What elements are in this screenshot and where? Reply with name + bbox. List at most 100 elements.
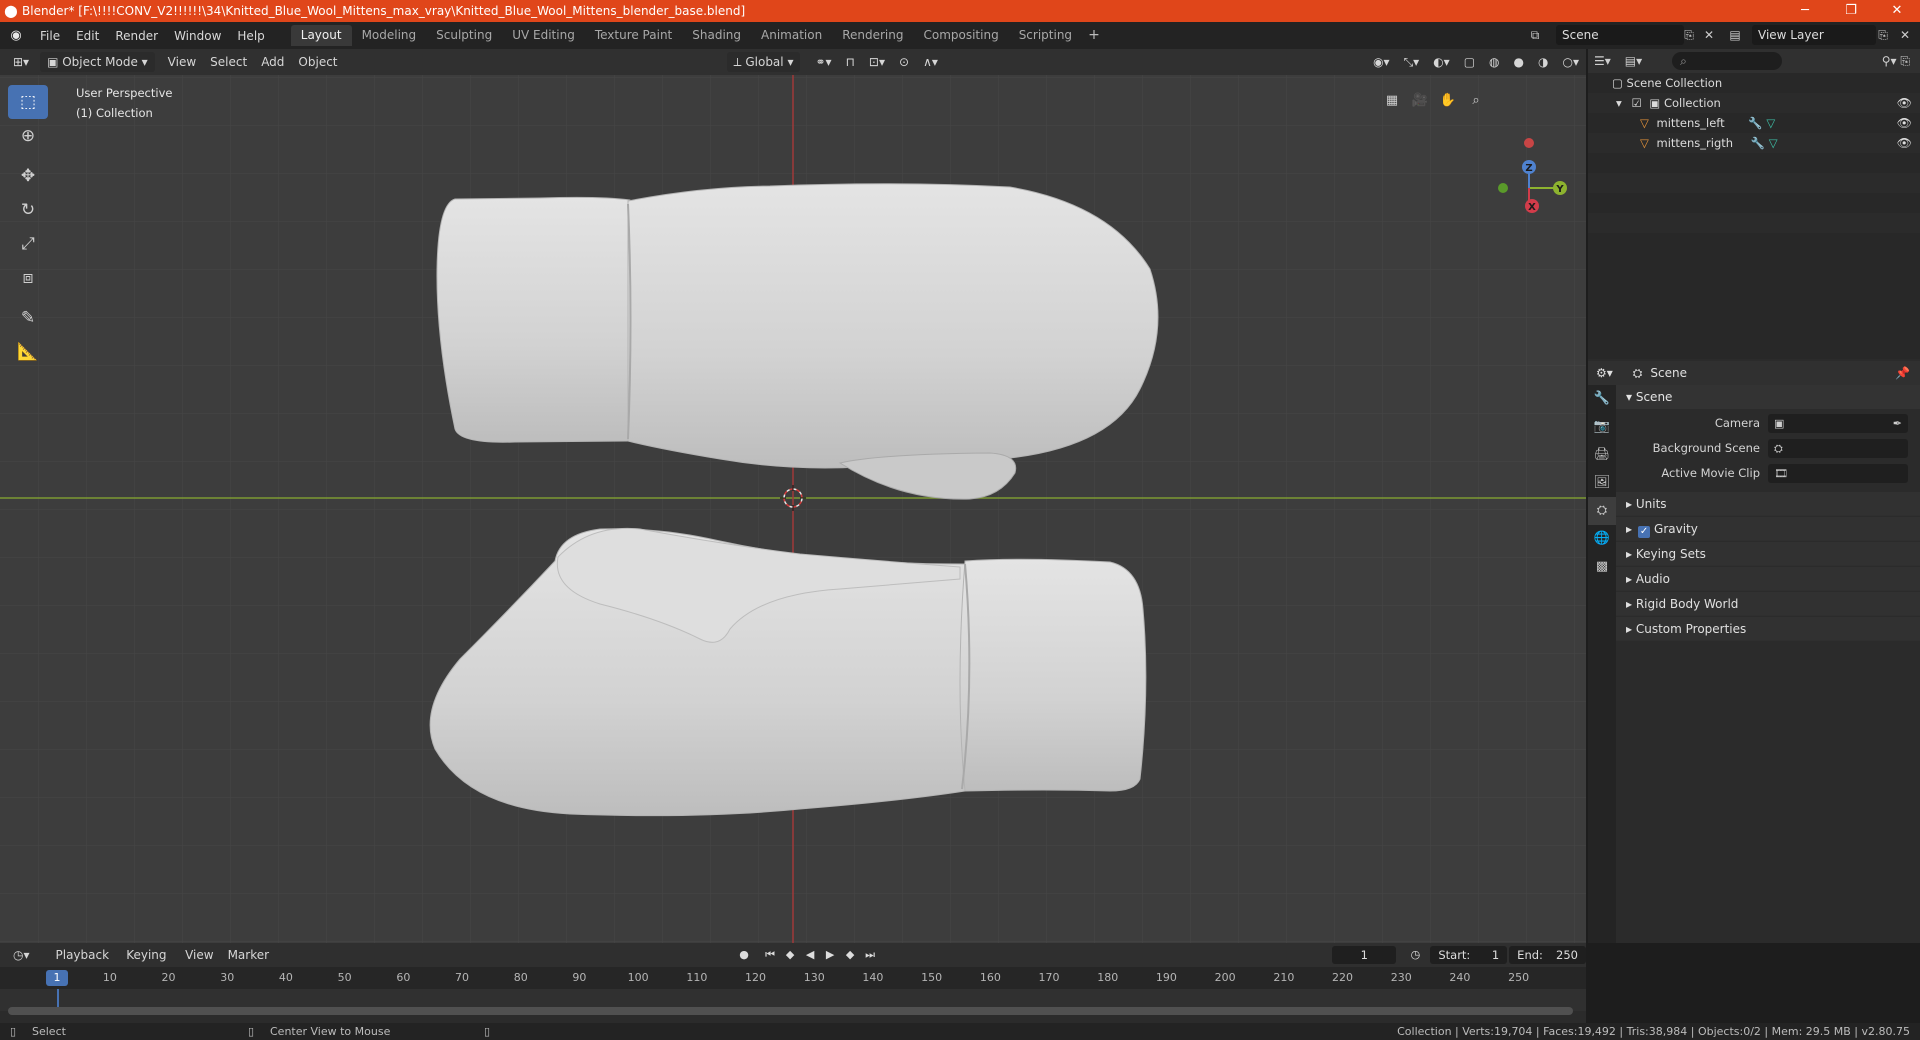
menu-render[interactable]: Render xyxy=(107,29,166,43)
restore-icon[interactable]: ❐ xyxy=(1828,0,1874,22)
tab-shading[interactable]: Shading xyxy=(682,25,751,46)
3d-viewport[interactable]: ⊞▾ ▣ Object Mode ▾ View Select Add Objec… xyxy=(0,49,1586,943)
prev-keyframe-icon[interactable]: ◆ xyxy=(780,945,800,965)
tab-layout[interactable]: Layout xyxy=(290,25,352,46)
move-tool-icon[interactable]: ✥ xyxy=(8,159,48,193)
x-axis-gizmo[interactable]: X xyxy=(1522,196,1542,216)
tab-compositing[interactable]: Compositing xyxy=(913,25,1008,46)
filter-icon[interactable]: ⚲▾ ⎘ xyxy=(1882,54,1910,69)
scene-panel-header[interactable]: ▾ Scene xyxy=(1616,385,1920,409)
timeline-editor-icon[interactable]: ◷▾ xyxy=(6,945,37,965)
eye-icon[interactable]: 👁 xyxy=(1897,93,1912,113)
play-reverse-icon[interactable]: ◀ xyxy=(800,945,820,965)
cursor-tool-icon[interactable]: ⊕ xyxy=(8,119,48,153)
pan-view-icon[interactable]: ✋ xyxy=(1434,87,1462,115)
transform-tool-icon[interactable]: ⧈ xyxy=(8,261,48,295)
record-icon[interactable]: ● xyxy=(734,945,754,965)
select-box-icon[interactable]: ⬚ xyxy=(8,85,48,119)
eye-icon[interactable]: 👁 xyxy=(1897,133,1912,153)
snap-toggle-icon[interactable]: ⊓ xyxy=(839,52,862,72)
outliner-editor-icon[interactable]: ☰▾ xyxy=(1594,54,1611,68)
menu-keying[interactable]: Keying ▾ xyxy=(119,945,178,982)
camera-field[interactable]: ▣ ✒ xyxy=(1768,414,1908,433)
outliner[interactable]: ☰▾ ▤▾ ⌕ ⚲▾ ⎘ ▢ Scene Collection ▾ ☑ ▣ Co… xyxy=(1588,49,1920,359)
gravity-checkbox[interactable]: ✓ xyxy=(1638,526,1651,538)
view-layer-browse-icon[interactable]: ▤ xyxy=(1726,26,1744,44)
end-frame-field[interactable]: End: 250 xyxy=(1509,946,1586,964)
falloff-icon[interactable]: ∧▾ xyxy=(916,52,945,72)
menu-playback[interactable]: Playback ▾ xyxy=(49,945,120,982)
gravity-panel[interactable]: ▸ ✓ Gravity xyxy=(1616,517,1920,541)
menu-view[interactable]: View xyxy=(161,52,203,72)
render-tab-icon[interactable]: 📷 xyxy=(1588,413,1616,441)
current-frame-indicator[interactable]: 1 xyxy=(46,970,68,986)
annotate-tool-icon[interactable]: ✎ xyxy=(8,301,48,335)
tool-tab-icon[interactable]: 🔧 xyxy=(1588,385,1616,413)
units-panel[interactable]: ▸ Units xyxy=(1616,492,1920,516)
tab-scripting[interactable]: Scripting xyxy=(1009,25,1082,46)
tab-modeling[interactable]: Modeling xyxy=(352,25,427,46)
blender-menu-icon[interactable]: ◉ xyxy=(0,28,32,43)
menu-edit[interactable]: Edit xyxy=(68,29,107,43)
zoom-view-icon[interactable]: ⌕ xyxy=(1462,87,1490,115)
transform-orientation-dropdown[interactable]: ⟂ Global ▾ xyxy=(726,52,801,72)
timeline-ruler[interactable]: 1 10 20 30 40 50 60 70 80 90 100 110 120 130 140 150 16… xyxy=(0,967,1586,989)
jump-end-icon[interactable]: ⏭ xyxy=(860,945,880,965)
overlay-toggle-icon[interactable]: ◐▾ xyxy=(1426,52,1457,72)
menu-add[interactable]: Add xyxy=(254,52,291,72)
menu-timeline-view[interactable]: View xyxy=(178,945,220,965)
mesh-data-icon[interactable]: ▽ xyxy=(1769,136,1778,150)
rotate-tool-icon[interactable]: ↻ xyxy=(8,193,48,227)
expand-collapse-icon[interactable]: ▾ xyxy=(1616,96,1622,110)
keying-sets-panel[interactable]: ▸ Keying Sets xyxy=(1616,542,1920,566)
tab-animation[interactable]: Animation xyxy=(751,25,832,46)
navigation-gizmo[interactable]: Y Z xyxy=(1484,113,1574,203)
menu-file[interactable]: File xyxy=(32,29,68,43)
delete-view-layer-icon[interactable]: ✕ xyxy=(1896,26,1914,44)
custom-properties-panel[interactable]: ▸ Custom Properties xyxy=(1616,617,1920,641)
active-movie-clip-field[interactable]: 🎞 xyxy=(1768,464,1908,483)
next-keyframe-icon[interactable]: ◆ xyxy=(840,945,860,965)
output-tab-icon[interactable]: 🖨 xyxy=(1588,441,1616,469)
editor-type-icon[interactable]: ⊞▾ xyxy=(6,52,36,72)
visibility-icon[interactable]: ◉▾ xyxy=(1366,52,1397,72)
proportional-edit-icon[interactable]: ⊙ xyxy=(892,52,916,72)
world-tab-icon[interactable]: 🌐 xyxy=(1588,525,1616,553)
view-layer-selector[interactable]: View Layer xyxy=(1752,25,1876,45)
wireframe-shading-icon[interactable]: ◍ xyxy=(1482,52,1506,72)
material-shading-icon[interactable]: ◑ xyxy=(1531,52,1555,72)
menu-window[interactable]: Window xyxy=(166,29,229,43)
play-icon[interactable]: ▶ xyxy=(820,945,840,965)
timeline-editor[interactable]: ◷▾ Playback ▾ Keying ▾ View Marker ● ⏮ ◆… xyxy=(0,943,1586,1023)
pin-icon[interactable]: 📌 xyxy=(1895,366,1910,380)
delete-scene-icon[interactable]: ✕ xyxy=(1700,26,1718,44)
scene-selector[interactable]: Scene xyxy=(1556,25,1684,45)
texture-tab-icon[interactable]: ▩ xyxy=(1588,553,1616,581)
minimize-icon[interactable]: ─ xyxy=(1782,0,1828,22)
collection-checkbox[interactable]: ☑ xyxy=(1631,96,1641,110)
scene-tab-icon[interactable]: ⛭ xyxy=(1588,497,1616,525)
solid-shading-icon[interactable]: ● xyxy=(1507,52,1531,72)
menu-marker[interactable]: Marker xyxy=(221,945,276,965)
rendered-shading-icon[interactable]: ○▾ xyxy=(1556,52,1587,72)
modifier-wrench-icon[interactable]: 🔧 xyxy=(1751,136,1765,150)
background-scene-field[interactable]: ⛭ xyxy=(1768,439,1908,458)
rigid-body-world-panel[interactable]: ▸ Rigid Body World xyxy=(1616,592,1920,616)
display-mode-icon[interactable]: ▤▾ xyxy=(1625,54,1642,68)
outliner-row-mittens-left[interactable]: ▽ mittens_left 🔧 ▽ 👁 xyxy=(1588,113,1920,133)
audio-panel[interactable]: ▸ Audio xyxy=(1616,567,1920,591)
new-scene-icon[interactable]: ⎘ xyxy=(1680,26,1698,44)
view-layer-tab-icon[interactable]: 🖼 xyxy=(1588,469,1616,497)
grid-view-icon[interactable]: ▦ xyxy=(1378,87,1406,115)
menu-object[interactable]: Object xyxy=(291,52,344,72)
scale-tool-icon[interactable]: ⤢ xyxy=(8,227,48,261)
menu-select[interactable]: Select xyxy=(203,52,254,72)
properties-editor-icon[interactable]: ⚙▾ xyxy=(1596,366,1613,380)
outliner-row-mittens-rigth[interactable]: ▽ mittens_rigth 🔧 ▽ 👁 xyxy=(1588,133,1920,153)
camera-view-icon[interactable]: 🎥 xyxy=(1406,87,1434,115)
mode-dropdown[interactable]: ▣ Object Mode ▾ xyxy=(40,52,155,72)
close-icon[interactable]: ✕ xyxy=(1874,0,1920,22)
gizmo-toggle-icon[interactable]: ⤡▾ xyxy=(1397,52,1427,72)
new-view-layer-icon[interactable]: ⎘ xyxy=(1874,26,1892,44)
snap-target-icon[interactable]: ⊡▾ xyxy=(862,52,892,72)
